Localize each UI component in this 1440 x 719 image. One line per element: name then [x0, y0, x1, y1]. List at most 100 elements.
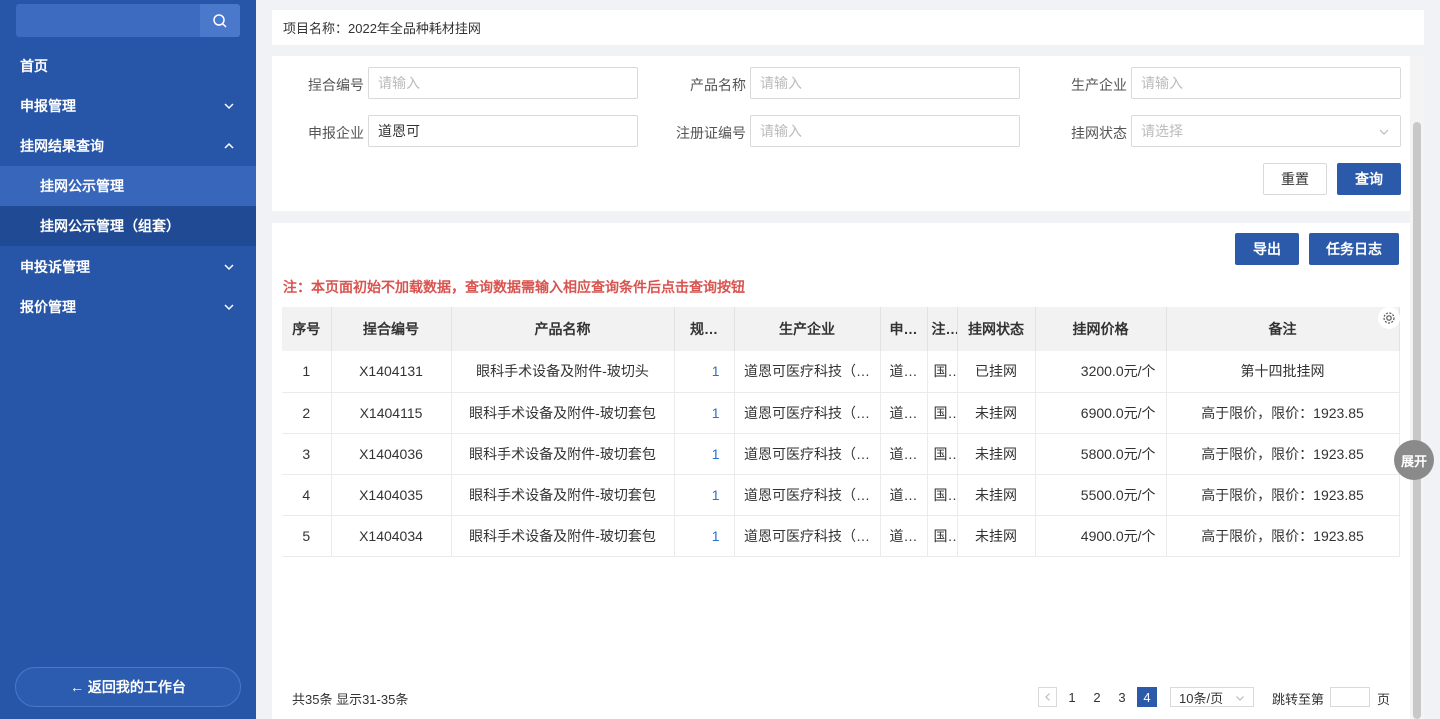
- cell-remark: 高于限价，限价：1923.85: [1166, 515, 1400, 557]
- cell-combo-code: X1404115: [331, 392, 452, 434]
- page-1-button[interactable]: 1: [1062, 687, 1082, 707]
- cell-spec-link[interactable]: 1: [674, 515, 735, 557]
- cell-manufacturer: 道恩可医疗科技（…: [734, 433, 881, 475]
- cell-combo-code: X1404034: [331, 515, 452, 557]
- column-header: 挂网价格: [1035, 307, 1167, 351]
- chevron-down-icon: [1379, 129, 1389, 135]
- search-button[interactable]: [200, 4, 240, 37]
- gear-icon: [1383, 312, 1395, 324]
- page-size-select[interactable]: 10条/页: [1170, 687, 1254, 707]
- back-to-workbench-button[interactable]: ← 返回我的工作台: [15, 667, 241, 707]
- column-settings-button[interactable]: [1378, 307, 1400, 329]
- cell-reg: 国…: [927, 392, 958, 434]
- reset-button[interactable]: 重置: [1263, 163, 1327, 195]
- jump-label: 跳转至第: [1272, 692, 1325, 707]
- cell-index: 1: [282, 351, 332, 393]
- product-name-label: 产品名称: [690, 77, 746, 93]
- cell-remark: 高于限价，限价：1923.85: [1166, 392, 1400, 434]
- cell-manufacturer: 道恩可医疗科技（…: [734, 474, 881, 516]
- cell-applicant: 道…: [880, 474, 928, 516]
- cell-product: 眼科手术设备及附件-玻切套包: [451, 515, 675, 557]
- cell-product: 眼科手术设备及附件-玻切套包: [451, 392, 675, 434]
- combo-code-label: 挰合编号: [308, 77, 364, 93]
- cell-manufacturer: 道恩可医疗科技（…: [734, 351, 881, 393]
- applicant-label: 申报企业: [308, 125, 364, 141]
- cell-price: 3200.0元/个: [1035, 351, 1167, 393]
- cell-status: 未挂网: [957, 433, 1036, 475]
- cell-index: 3: [282, 433, 332, 475]
- expand-button[interactable]: 展开: [1394, 440, 1434, 480]
- table-row: 5 X1404034 眼科手术设备及附件-玻切套包 1 道恩可医疗科技（… 道……: [282, 515, 1400, 557]
- column-header: 生产企业: [734, 307, 881, 351]
- project-name-bar: 项目名称：2022年全品种耗材挂网: [272, 10, 1424, 45]
- pagination-total: 共35条 显示31-35条: [292, 692, 409, 707]
- nav-quote[interactable]: 报价管理: [0, 287, 256, 327]
- page-3-button[interactable]: 3: [1112, 687, 1132, 707]
- column-header: 挰合编号: [331, 307, 452, 351]
- query-button[interactable]: 查询: [1337, 163, 1401, 195]
- sidebar-search-input[interactable]: [16, 4, 240, 37]
- notice-text: 注：本页面初始不加载数据，查询数据需输入相应查询条件后点击查询按钮: [283, 279, 745, 295]
- cell-product: 眼科手术设备及附件-玻切套包: [451, 433, 675, 475]
- nav-complaint[interactable]: 申投诉管理: [0, 247, 256, 287]
- search-icon: [213, 13, 227, 28]
- cell-reg: 国…: [927, 474, 958, 516]
- prev-page-button[interactable]: [1038, 687, 1057, 707]
- nav-publish-manage-set[interactable]: 挂网公示管理（组套）: [0, 206, 256, 246]
- status-select[interactable]: 请选择: [1131, 115, 1401, 147]
- cell-status: 未挂网: [957, 515, 1036, 557]
- nav-label: 申投诉管理: [20, 259, 90, 275]
- page-4-button[interactable]: 4: [1137, 687, 1157, 707]
- table-row: 1 X1404131 眼科手术设备及附件-玻切头 1 道恩可医疗科技（… 道… …: [282, 351, 1400, 393]
- chevron-down-icon: [224, 264, 234, 271]
- cell-status: 已挂网: [957, 351, 1036, 393]
- page-2-button[interactable]: 2: [1087, 687, 1107, 707]
- nav-label: 挂网公示管理: [40, 178, 124, 194]
- cell-spec-link[interactable]: 1: [674, 351, 735, 393]
- page-scrollbar[interactable]: [1410, 56, 1424, 719]
- column-header: 规…: [674, 307, 735, 351]
- combo-code-input[interactable]: 请输入: [368, 67, 638, 99]
- cell-reg: 国…: [927, 433, 958, 475]
- cell-price: 5500.0元/个: [1035, 474, 1167, 516]
- cell-remark: 高于限价，限价：1923.85: [1166, 433, 1400, 475]
- cell-applicant: 道…: [880, 392, 928, 434]
- cell-applicant: 道…: [880, 351, 928, 393]
- chevron-down-icon: [224, 103, 234, 110]
- nav-publish-manage[interactable]: 挂网公示管理: [0, 166, 256, 206]
- nav-label: 挂网公示管理（组套）: [40, 218, 180, 234]
- product-name-input[interactable]: 请输入: [750, 67, 1020, 99]
- scrollbar-thumb[interactable]: [1413, 122, 1421, 719]
- cell-combo-code: X1404036: [331, 433, 452, 475]
- nav-label: 申报管理: [20, 98, 76, 114]
- cell-spec-link[interactable]: 1: [674, 433, 735, 475]
- nav-label: 挂网结果查询: [20, 138, 104, 154]
- jump-page-input[interactable]: [1330, 687, 1370, 707]
- table-row: 2 X1404115 眼科手术设备及附件-玻切套包 1 道恩可医疗科技（… 道……: [282, 392, 1400, 434]
- reg-no-input[interactable]: 请输入: [750, 115, 1020, 147]
- cell-applicant: 道…: [880, 433, 928, 475]
- manufacturer-input[interactable]: 请输入: [1131, 67, 1401, 99]
- cell-manufacturer: 道恩可医疗科技（…: [734, 392, 881, 434]
- cell-status: 未挂网: [957, 474, 1036, 516]
- nav-result-query[interactable]: 挂网结果查询: [0, 126, 256, 166]
- cell-price: 5800.0元/个: [1035, 433, 1167, 475]
- chevron-left-icon: [1044, 693, 1050, 701]
- jump-suffix: 页: [1377, 692, 1391, 707]
- cell-reg: 国…: [927, 351, 958, 393]
- nav-home[interactable]: 首页: [0, 46, 256, 86]
- nav-declaration[interactable]: 申报管理: [0, 86, 256, 126]
- cell-price: 6900.0元/个: [1035, 392, 1167, 434]
- cell-spec-link[interactable]: 1: [674, 392, 735, 434]
- task-log-button[interactable]: 任务日志: [1309, 233, 1399, 265]
- export-button[interactable]: 导出: [1235, 233, 1299, 265]
- cell-combo-code: X1404035: [331, 474, 452, 516]
- cell-product: 眼科手术设备及附件-玻切头: [451, 351, 675, 393]
- cell-price: 4900.0元/个: [1035, 515, 1167, 557]
- cell-product: 眼科手术设备及附件-玻切套包: [451, 474, 675, 516]
- cell-index: 5: [282, 515, 332, 557]
- cell-spec-link[interactable]: 1: [674, 474, 735, 516]
- table-header-row: 序号 挰合编号 产品名称 规… 生产企业 申… 注… 挂网状态 挂网价格 备注: [282, 307, 1400, 351]
- applicant-input[interactable]: 道恩可: [368, 115, 638, 147]
- column-header: 注…: [927, 307, 958, 351]
